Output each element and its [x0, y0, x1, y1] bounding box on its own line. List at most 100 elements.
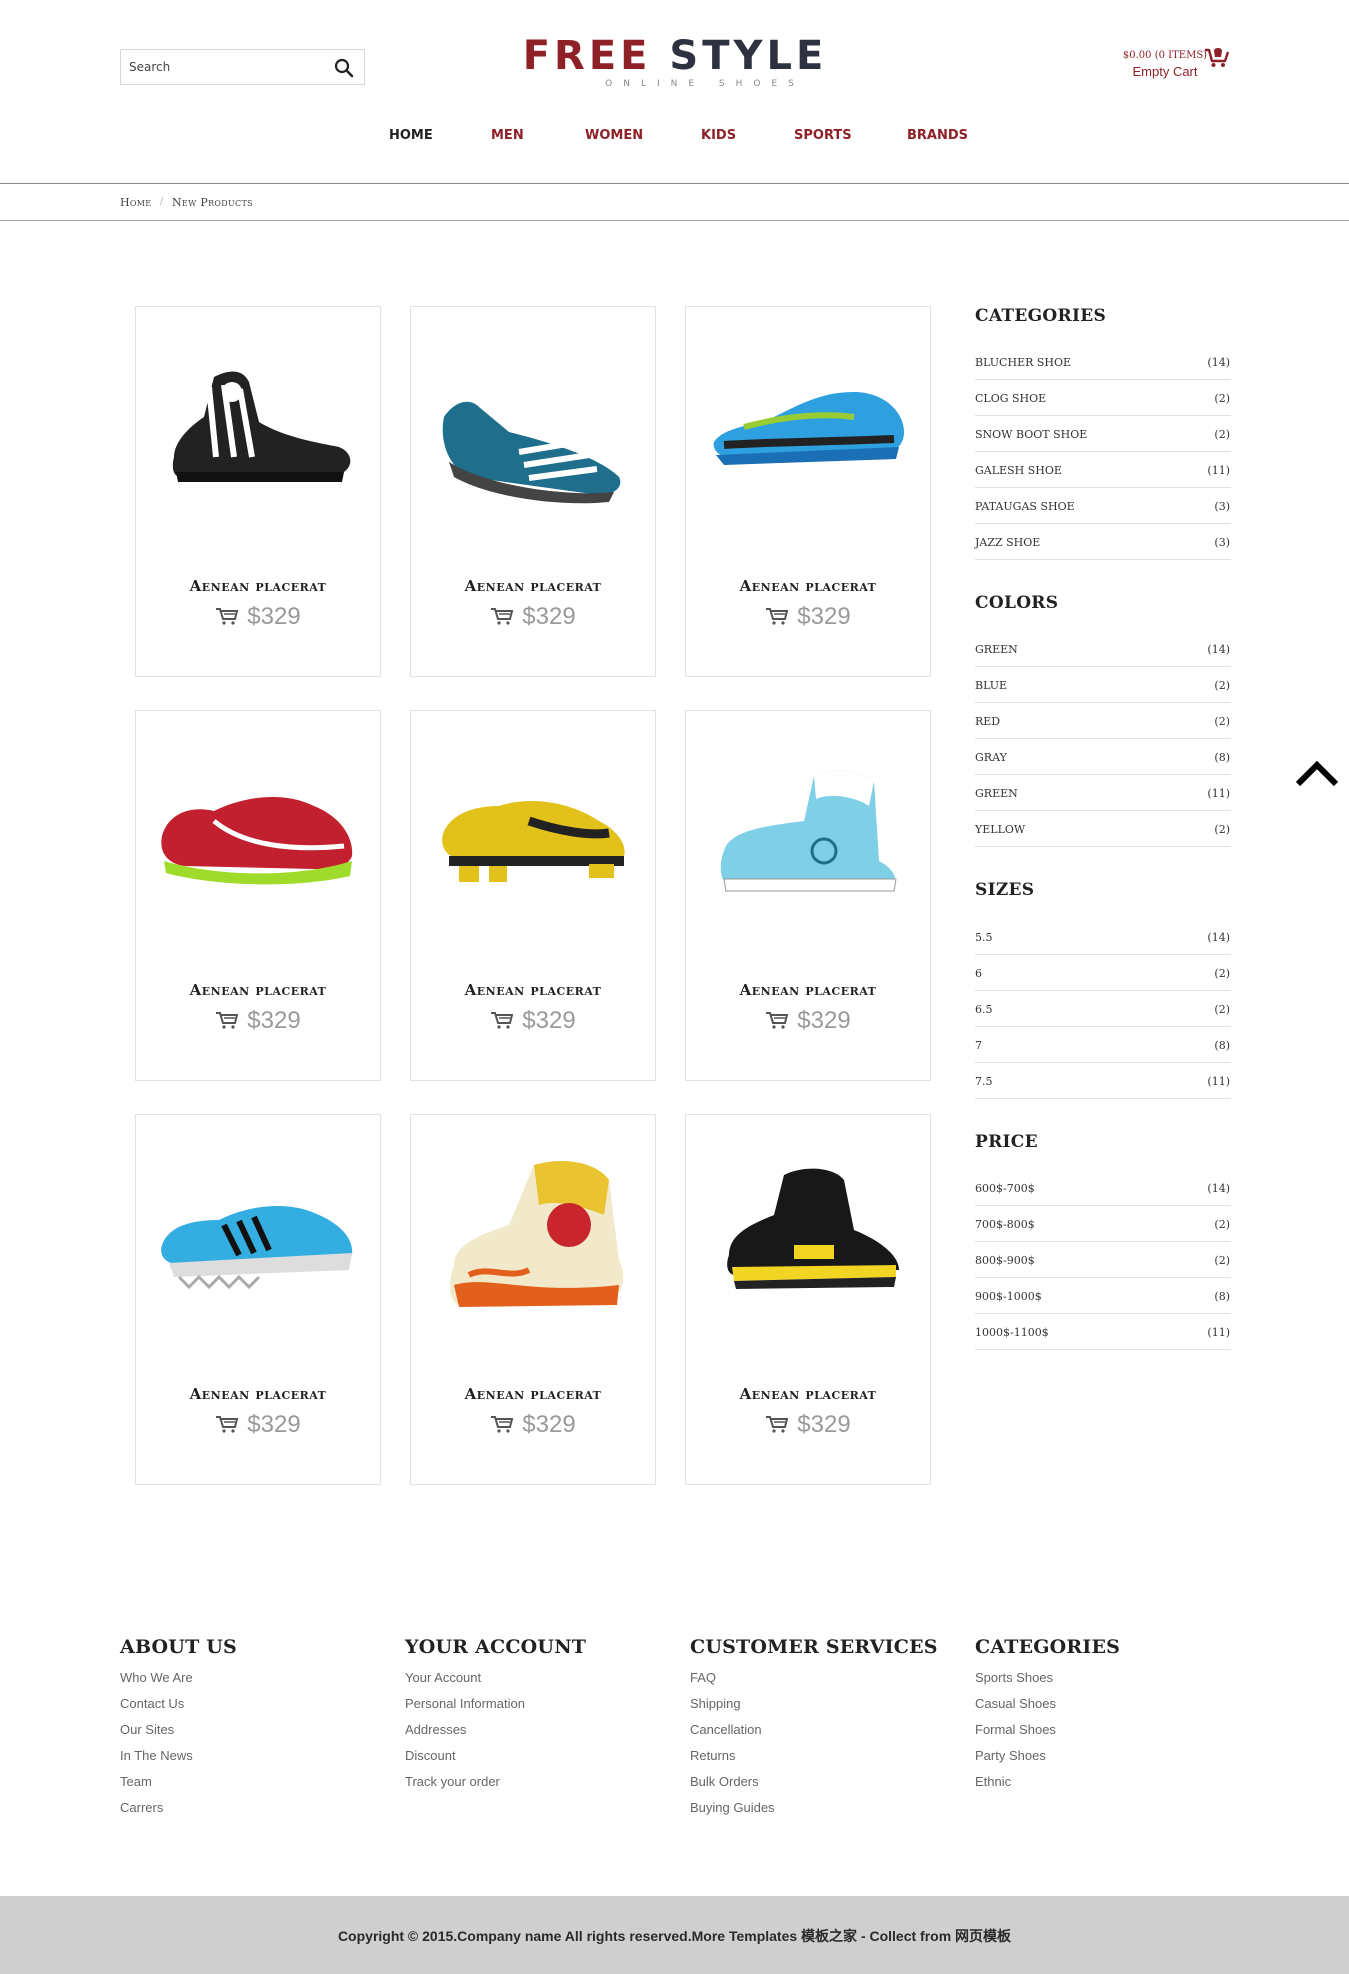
product-name[interactable]: Aenean placerat [686, 981, 930, 999]
filter-color-item[interactable]: GRAY (8) [975, 739, 1231, 775]
scroll-to-top-icon[interactable] [1294, 758, 1340, 788]
footer-link[interactable]: Cancellation [690, 1720, 950, 1746]
nav-home[interactable]: HOME [389, 128, 433, 143]
footer-link[interactable]: Shipping [690, 1694, 950, 1720]
filter-count: (8) [1214, 751, 1230, 764]
site-logo[interactable]: FREE STYLE ONLINE SHOES [520, 34, 830, 89]
nav-kids[interactable]: KIDS [701, 128, 736, 143]
filter-price-item[interactable]: 700$-800$ (2) [975, 1206, 1231, 1242]
nav-brands[interactable]: BRANDS [907, 128, 968, 143]
footer-link[interactable]: Discount [405, 1746, 665, 1772]
product-card[interactable]: Aenean placerat $329 [135, 1114, 381, 1485]
product-card[interactable]: Aenean placerat $329 [135, 306, 381, 677]
product-name[interactable]: Aenean placerat [136, 577, 380, 595]
filter-price-item[interactable]: 800$-900$ (2) [975, 1242, 1231, 1278]
filter-count: (2) [1214, 1003, 1230, 1016]
filter-color-item[interactable]: GREEN (11) [975, 775, 1231, 811]
footer-link[interactable]: Sports Shoes [975, 1668, 1235, 1694]
footer-link[interactable]: Buying Guides [690, 1798, 950, 1824]
footer-link[interactable]: Casual Shoes [975, 1694, 1235, 1720]
footer-link[interactable]: Addresses [405, 1720, 665, 1746]
filter-category-item[interactable]: JAZZ SHOE (3) [975, 524, 1231, 560]
filter-label: 800$-900$ [975, 1254, 1035, 1267]
filter-count: (14) [1207, 643, 1230, 656]
product-name[interactable]: Aenean placerat [411, 981, 655, 999]
filter-size-item[interactable]: 7.5 (11) [975, 1063, 1231, 1099]
footer-link[interactable]: Returns [690, 1746, 950, 1772]
filter-color-item[interactable]: YELLOW (2) [975, 811, 1231, 847]
footer-link[interactable]: Formal Shoes [975, 1720, 1235, 1746]
product-name[interactable]: Aenean placerat [686, 1385, 930, 1403]
product-name[interactable]: Aenean placerat [136, 981, 380, 999]
cart-icon[interactable] [490, 1011, 514, 1029]
filter-color-item[interactable]: BLUE (2) [975, 667, 1231, 703]
cart-icon[interactable] [765, 1011, 789, 1029]
cart-icon[interactable] [490, 1415, 514, 1433]
cart-icon[interactable] [490, 607, 514, 625]
filter-category-item[interactable]: BLUCHER SHOE (14) [975, 344, 1231, 380]
nav-sports[interactable]: SPORTS [794, 128, 852, 143]
shopping-basket-icon[interactable] [1204, 46, 1230, 68]
product-card[interactable]: Aenean placerat $329 [685, 710, 931, 1081]
search-icon[interactable] [334, 58, 354, 78]
cart-icon[interactable] [215, 1011, 239, 1029]
product-card[interactable]: Aenean placerat $329 [410, 710, 656, 1081]
filter-size-item[interactable]: 5.5 (14) [975, 919, 1231, 955]
footer-link[interactable]: Who We Are [120, 1668, 380, 1694]
footer-link[interactable]: Personal Information [405, 1694, 665, 1720]
footer-link[interactable]: Team [120, 1772, 380, 1798]
filter-color-item[interactable]: RED (2) [975, 703, 1231, 739]
filter-size-item[interactable]: 6.5 (2) [975, 991, 1231, 1027]
product-name[interactable]: Aenean placerat [411, 1385, 655, 1403]
product-image[interactable] [429, 347, 639, 527]
cart-icon[interactable] [765, 607, 789, 625]
footer-link[interactable]: FAQ [690, 1668, 950, 1694]
filter-category-item[interactable]: CLOG SHOE (2) [975, 380, 1231, 416]
product-image[interactable] [704, 1155, 914, 1335]
filter-label: RED [975, 715, 1001, 728]
logo-style-text: STYLE [669, 33, 828, 79]
product-card[interactable]: Aenean placerat $329 [685, 1114, 931, 1485]
product-name[interactable]: Aenean placerat [411, 577, 655, 595]
footer-link[interactable]: In The News [120, 1746, 380, 1772]
cart-icon[interactable] [765, 1415, 789, 1433]
product-image[interactable] [429, 1155, 639, 1335]
cart-icon[interactable] [215, 607, 239, 625]
footer-link[interactable]: Bulk Orders [690, 1772, 950, 1798]
footer-link[interactable]: Our Sites [120, 1720, 380, 1746]
product-image[interactable] [154, 751, 364, 931]
filter-price-item[interactable]: 900$-1000$ (8) [975, 1278, 1231, 1314]
product-card[interactable]: Aenean placerat $329 [135, 710, 381, 1081]
filter-color-item[interactable]: GREEN (14) [975, 631, 1231, 667]
filter-category-item[interactable]: SNOW BOOT SHOE (2) [975, 416, 1231, 452]
product-image[interactable] [154, 347, 364, 527]
footer-link[interactable]: Party Shoes [975, 1746, 1235, 1772]
filter-price-item[interactable]: 600$-700$ (14) [975, 1170, 1231, 1206]
footer-link[interactable]: Track your order [405, 1772, 665, 1798]
search-input[interactable] [121, 50, 321, 84]
nav-men[interactable]: MEN [491, 128, 524, 143]
filter-size-item[interactable]: 6 (2) [975, 955, 1231, 991]
footer-link[interactable]: Carrers [120, 1798, 380, 1824]
footer-link[interactable]: Your Account [405, 1668, 665, 1694]
breadcrumb-home[interactable]: Home [120, 196, 151, 209]
product-image[interactable] [429, 751, 639, 931]
product-card[interactable]: Aenean placerat $329 [410, 306, 656, 677]
search-box [120, 49, 365, 85]
product-image[interactable] [154, 1155, 364, 1335]
filter-category-item[interactable]: PATAUGAS SHOE (3) [975, 488, 1231, 524]
product-image[interactable] [704, 347, 914, 527]
product-image[interactable] [704, 751, 914, 931]
filter-size-item[interactable]: 7 (8) [975, 1027, 1231, 1063]
filter-category-item[interactable]: GALESH SHOE (11) [975, 452, 1231, 488]
filter-price-item[interactable]: 1000$-1100$ (11) [975, 1314, 1231, 1350]
product-name[interactable]: Aenean placerat [136, 1385, 380, 1403]
footer-link[interactable]: Contact Us [120, 1694, 380, 1720]
product-name[interactable]: Aenean placerat [686, 577, 930, 595]
product-card[interactable]: Aenean placerat $329 [410, 1114, 656, 1485]
nav-women[interactable]: WOMEN [585, 128, 643, 143]
product-card[interactable]: Aenean placerat $329 [685, 306, 931, 677]
product-price-value: $329 [522, 1007, 576, 1034]
cart-icon[interactable] [215, 1415, 239, 1433]
footer-link[interactable]: Ethnic [975, 1772, 1235, 1798]
